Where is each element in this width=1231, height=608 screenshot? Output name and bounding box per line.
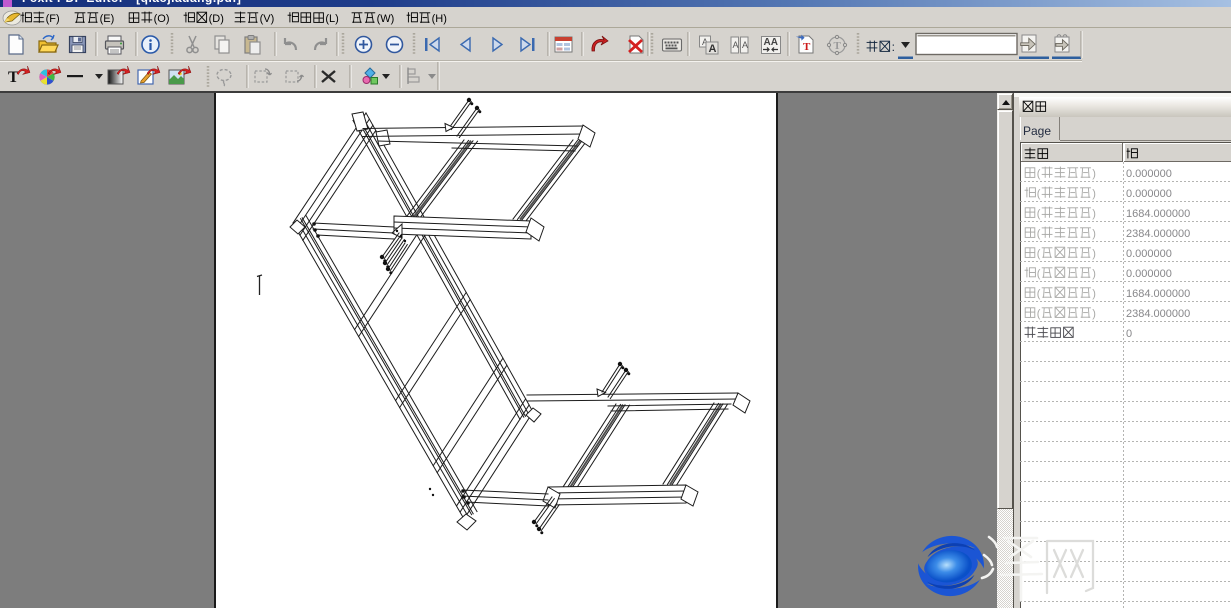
- svg-text:(V): (V): [260, 13, 275, 25]
- svg-text:(L): (L): [325, 13, 338, 25]
- svg-text:(: (: [1037, 288, 1041, 300]
- svg-text:Page: Page: [1023, 124, 1051, 138]
- svg-text:): ): [1092, 208, 1096, 220]
- svg-text:(: (: [1037, 208, 1041, 220]
- svg-text:A: A: [709, 43, 717, 55]
- svg-text:(H): (H): [432, 13, 447, 25]
- svg-text:0.000000: 0.000000: [1126, 168, 1172, 180]
- svg-text:): ): [1092, 228, 1096, 240]
- svg-text:): ): [1092, 248, 1096, 260]
- svg-text:(: (: [1037, 268, 1041, 280]
- svg-text:(: (: [1037, 188, 1041, 200]
- svg-text:0: 0: [1126, 328, 1132, 340]
- svg-text:(F): (F): [46, 13, 60, 25]
- svg-text:T: T: [834, 40, 842, 52]
- svg-text:(O): (O): [154, 13, 170, 25]
- svg-text::: :: [892, 40, 895, 54]
- svg-text:A: A: [733, 40, 739, 50]
- svg-text:): ): [1092, 188, 1096, 200]
- svg-text:A: A: [742, 40, 748, 50]
- svg-text:0.000000: 0.000000: [1126, 188, 1172, 200]
- svg-text:2384.000000: 2384.000000: [1126, 308, 1190, 320]
- svg-text:): ): [1092, 168, 1096, 180]
- svg-text:): ): [1092, 308, 1096, 320]
- svg-text:(E): (E): [100, 13, 115, 25]
- svg-text:(: (: [1037, 248, 1041, 260]
- svg-text:(: (: [1037, 228, 1041, 240]
- svg-text:T: T: [8, 69, 19, 86]
- svg-text:0.000000: 0.000000: [1126, 248, 1172, 260]
- svg-text:AA: AA: [764, 37, 778, 48]
- svg-text:(: (: [1037, 168, 1041, 180]
- svg-text:2384.000000: 2384.000000: [1126, 228, 1190, 240]
- svg-text:(: (: [1037, 308, 1041, 320]
- svg-text:1684.000000: 1684.000000: [1126, 208, 1190, 220]
- svg-text:(W): (W): [377, 13, 395, 25]
- svg-text:): ): [1092, 268, 1096, 280]
- svg-text:0.000000: 0.000000: [1126, 268, 1172, 280]
- svg-text:(D): (D): [209, 13, 224, 25]
- svg-text:): ): [1092, 288, 1096, 300]
- svg-text:1684.000000: 1684.000000: [1126, 288, 1190, 300]
- svg-text:T: T: [803, 41, 811, 53]
